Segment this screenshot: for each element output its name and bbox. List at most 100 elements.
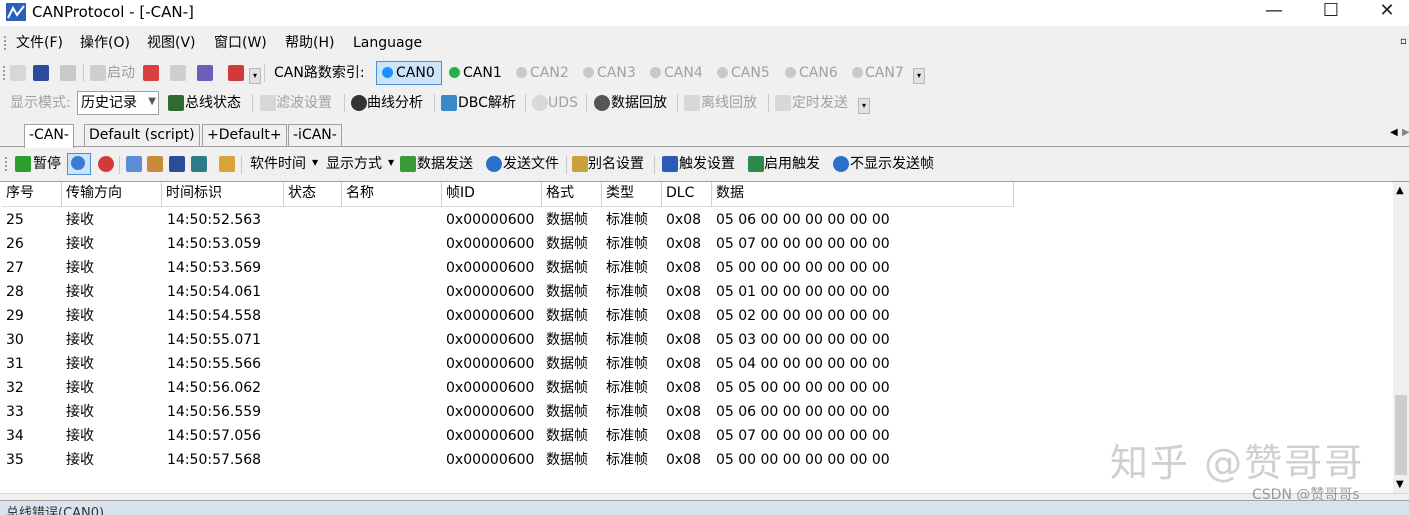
export-icon[interactable]	[191, 156, 207, 172]
col-header-type[interactable]: 类型	[602, 182, 662, 206]
cell-type: 标准帧	[606, 308, 648, 324]
can2-button[interactable]: CAN2	[530, 64, 569, 82]
display-format-button[interactable]: 显示方式	[326, 155, 382, 173]
cell-direction: 接收	[66, 260, 94, 276]
link-icon[interactable]	[170, 65, 186, 81]
can4-button[interactable]: CAN4	[664, 64, 703, 82]
cell-dlc: 0x08	[666, 332, 702, 348]
separator	[241, 156, 242, 174]
col-header-status[interactable]: 状态	[284, 182, 342, 206]
separator	[264, 64, 265, 82]
col-header-index[interactable]: 序号	[2, 182, 62, 206]
col-header-dlc[interactable]: DLC	[662, 182, 712, 206]
can-toolbar-overflow-icon[interactable]: ▾	[913, 68, 925, 84]
menu-window[interactable]: 窗口(W)	[214, 33, 267, 53]
filter-icon	[260, 95, 276, 111]
table-row[interactable]: 33 接收 14:50:56.559 0x00000600 数据帧 标准帧 0x08 05 0…	[2, 400, 1392, 424]
tab-scroll-left-icon[interactable]: ◀	[1390, 126, 1398, 140]
vertical-scroll-thumb[interactable]	[1395, 395, 1407, 475]
start-icon[interactable]	[90, 65, 106, 81]
auto-scroll-toggle[interactable]	[67, 153, 91, 175]
col-header-format[interactable]: 格式	[542, 182, 602, 206]
filter-settings-button[interactable]: 滤波设置	[276, 94, 332, 112]
col-header-timestamp[interactable]: 时间标识	[162, 182, 284, 206]
scroll-down-icon[interactable]: ▼	[1396, 478, 1404, 492]
can3-button[interactable]: CAN3	[597, 64, 636, 82]
chevron-down-icon: ▼	[148, 96, 156, 107]
cell-direction: 接收	[66, 236, 94, 252]
toolbar-overflow-icon[interactable]: ▾	[249, 68, 261, 84]
table-row[interactable]: 28 接收 14:50:54.061 0x00000600 数据帧 标准帧 0x08 05 0…	[2, 280, 1392, 304]
col-header-data[interactable]: 数据	[712, 182, 1014, 206]
table-row[interactable]: 29 接收 14:50:54.558 0x00000600 数据帧 标准帧 0x08 05 0…	[2, 304, 1392, 328]
display-toolbar-overflow-icon[interactable]: ▾	[858, 98, 870, 114]
cell-type: 标准帧	[606, 452, 648, 468]
can6-button[interactable]: CAN6	[799, 64, 838, 82]
scroll-up-icon[interactable]: ▲	[1396, 184, 1404, 198]
data-playback-button[interactable]: 数据回放	[611, 94, 667, 112]
display-mode-select[interactable]: 历史记录 ▼	[77, 91, 159, 115]
curve-analysis-button[interactable]: 曲线分析	[367, 94, 423, 112]
cell-format: 数据帧	[546, 212, 588, 228]
pause-button[interactable]: 暂停	[33, 155, 61, 173]
alias-settings-button[interactable]: 别名设置	[588, 155, 644, 173]
col-header-direction[interactable]: 传输方向	[62, 182, 162, 206]
can7-button[interactable]: CAN7	[865, 64, 904, 82]
table-row[interactable]: 26 接收 14:50:53.059 0x00000600 数据帧 标准帧 0x08 05 0…	[2, 232, 1392, 256]
col-header-frame-id[interactable]: 帧ID	[442, 182, 542, 206]
menu-operate[interactable]: 操作(O)	[80, 33, 130, 53]
can5-button[interactable]: CAN5	[731, 64, 770, 82]
can0-button[interactable]: CAN0	[396, 64, 435, 82]
table-row[interactable]: 25 接收 14:50:52.563 0x00000600 数据帧 标准帧 0x08 05 0…	[2, 208, 1392, 232]
table-row[interactable]: 31 接收 14:50:55.566 0x00000600 数据帧 标准帧 0x08 05 0…	[2, 352, 1392, 376]
menu-help[interactable]: 帮助(H)	[285, 33, 334, 53]
table-row[interactable]: 32 接收 14:50:56.062 0x00000600 数据帧 标准帧 0x08 05 0…	[2, 376, 1392, 400]
playback-icon	[594, 95, 610, 111]
offline-playback-icon	[684, 95, 700, 111]
cell-timestamp: 14:50:53.059	[167, 236, 262, 252]
tab-ican[interactable]: -iCAN-	[288, 124, 342, 146]
open-icon[interactable]	[10, 65, 26, 81]
table-row[interactable]: 27 接收 14:50:53.569 0x00000600 数据帧 标准帧 0x08 05 0…	[2, 256, 1392, 280]
software-time-button[interactable]: 软件时间	[250, 155, 306, 173]
start-button[interactable]: 启动	[107, 64, 135, 82]
offline-playback-button[interactable]: 离线回放	[701, 94, 757, 112]
dbc-parse-button[interactable]: DBC解析	[458, 94, 516, 112]
book-icon[interactable]	[197, 65, 213, 81]
tool-icon[interactable]	[143, 65, 159, 81]
bus-status-button[interactable]: 总线状态	[185, 94, 241, 112]
save-log-icon[interactable]	[169, 156, 185, 172]
close-button[interactable]: ✕	[1364, 0, 1409, 26]
tab-scroll-right-icon[interactable]: ▶	[1402, 126, 1409, 140]
enable-trigger-button[interactable]: 启用触发	[764, 155, 820, 173]
package-icon[interactable]	[219, 156, 235, 172]
can1-button[interactable]: CAN1	[463, 64, 502, 82]
hide-sent-frames-button[interactable]: 不显示发送帧	[850, 155, 934, 173]
mdi-restore-icon[interactable]: ▫	[1400, 36, 1407, 47]
find-icon[interactable]	[147, 156, 163, 172]
table-row[interactable]: 30 接收 14:50:55.071 0x00000600 数据帧 标准帧 0x08 05 0…	[2, 328, 1392, 352]
tab-default-plus[interactable]: +Default+	[202, 124, 287, 146]
save-icon[interactable]	[33, 65, 49, 81]
clear-icon[interactable]	[98, 156, 114, 172]
data-send-button[interactable]: 数据发送	[417, 155, 473, 173]
tab-default-script[interactable]: Default (script)	[84, 124, 200, 146]
menu-language[interactable]: Language	[353, 33, 422, 53]
error-icon[interactable]	[228, 65, 244, 81]
cell-index: 25	[6, 212, 24, 228]
tab-can[interactable]: -CAN-	[24, 124, 74, 148]
send-file-button[interactable]: 发送文件	[503, 155, 559, 173]
menu-file[interactable]: 文件(F)	[16, 33, 63, 53]
cell-format: 数据帧	[546, 356, 588, 372]
maximize-button[interactable]: ☐	[1308, 0, 1354, 26]
col-header-name[interactable]: 名称	[342, 182, 442, 206]
cell-timestamp: 14:50:54.061	[167, 284, 262, 300]
timed-send-button[interactable]: 定时发送	[792, 94, 848, 112]
uds-button[interactable]: UDS	[548, 94, 578, 112]
device-icon[interactable]	[60, 65, 76, 81]
minimize-button[interactable]: —	[1251, 0, 1297, 26]
menu-view[interactable]: 视图(V)	[147, 33, 196, 53]
copy-icon[interactable]	[126, 156, 142, 172]
trigger-settings-button[interactable]: 触发设置	[679, 155, 735, 173]
cell-frame-id: 0x00000600	[446, 332, 535, 348]
